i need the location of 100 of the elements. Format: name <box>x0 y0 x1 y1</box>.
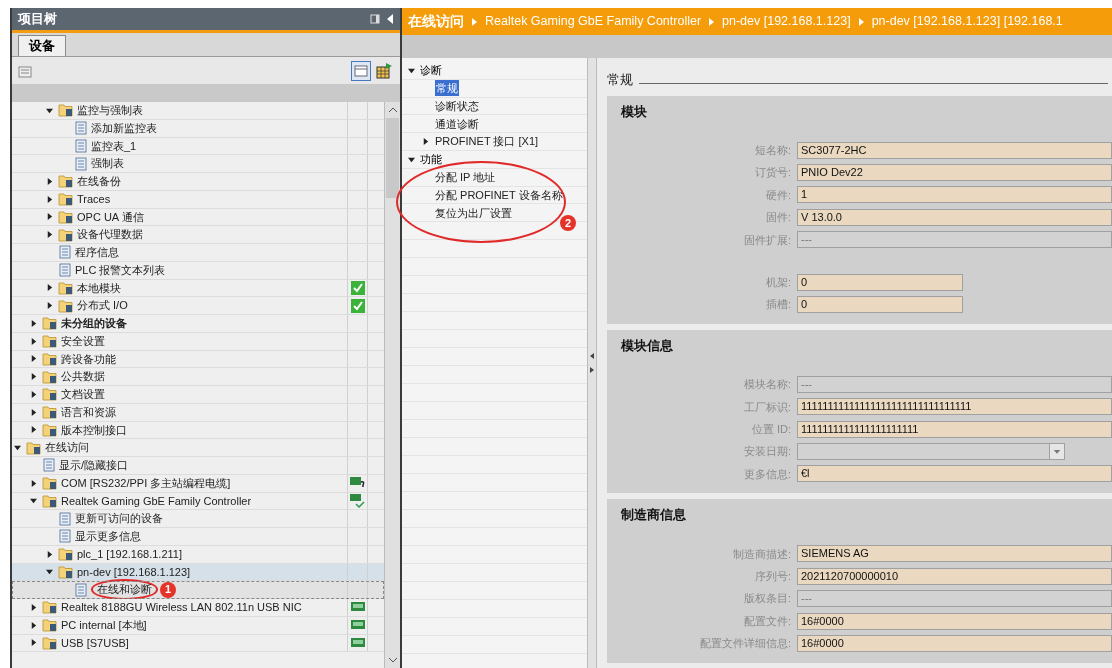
tree-item-label: Traces <box>77 191 111 207</box>
folder-icon <box>58 209 74 224</box>
panel-heading: 制造商信息 <box>620 506 687 525</box>
tree-row[interactable]: 在线和诊断 1 <box>12 581 384 599</box>
folder-icon <box>42 635 58 650</box>
nav-group[interactable]: 功能 <box>402 151 587 169</box>
splitter-right-icon[interactable] <box>590 367 594 373</box>
field-label: 更多信息: <box>742 466 792 482</box>
folder-icon <box>58 298 74 313</box>
collapsed-caret-icon[interactable] <box>30 621 37 629</box>
collapsed-caret-icon[interactable] <box>30 479 37 487</box>
collapsed-caret-icon[interactable] <box>30 337 37 345</box>
expanded-caret-icon[interactable] <box>46 106 53 114</box>
document-icon <box>58 263 72 278</box>
check-status-icon <box>350 298 365 313</box>
nav-item[interactable]: 常规 <box>402 79 587 98</box>
tree-row[interactable]: 显示/隐藏接口 <box>12 457 384 475</box>
tree-row[interactable]: 在线备份 <box>12 173 384 191</box>
nav-item-label: 分配 PROFINET 设备名称 <box>435 187 563 203</box>
field-label: 固件扩展: <box>742 232 792 248</box>
tree-row[interactable]: 更新可访问的设备 <box>12 510 384 528</box>
nav-group[interactable]: 诊断 <box>402 62 587 80</box>
collapsed-caret-icon[interactable] <box>30 319 37 327</box>
collapsed-caret-icon[interactable] <box>46 302 53 310</box>
scroll-thumb[interactable] <box>386 118 399 198</box>
collapsed-caret-icon[interactable] <box>46 550 53 558</box>
tree-item-label: PLC 报警文本列表 <box>75 262 166 278</box>
tree-row[interactable]: 在线访问 <box>12 439 384 457</box>
tree-item-label: plc_1 [192.168.1.211] <box>77 546 182 562</box>
tree-row[interactable]: 显示更多信息 <box>12 528 384 546</box>
value-field[interactable]: V 13.0.0 <box>797 208 1112 226</box>
collapsed-caret-icon[interactable] <box>30 390 37 398</box>
tree-row[interactable]: 未分组的设备 <box>12 315 384 333</box>
collapsed-caret-icon[interactable] <box>422 138 429 146</box>
value-field[interactable]: €l <box>797 465 1112 483</box>
collapsed-caret-icon[interactable] <box>46 177 53 185</box>
collapsed-caret-icon[interactable] <box>46 213 53 221</box>
value-field[interactable]: SIEMENS AG <box>797 545 1112 563</box>
table-export-icon[interactable] <box>374 60 394 81</box>
value-field[interactable]: 1111111111111111111111 <box>797 420 1112 438</box>
expanded-caret-icon[interactable] <box>30 497 37 505</box>
document-icon <box>74 138 88 153</box>
expanded-caret-icon[interactable] <box>408 155 415 163</box>
value-field[interactable]: 2021120700000010 <box>797 567 1112 585</box>
folder-icon <box>58 564 74 579</box>
tree-row[interactable]: 公共数据 <box>12 368 384 386</box>
nav-item[interactable]: 诊断状态 <box>402 97 587 116</box>
value-field[interactable]: 0 <box>797 273 963 291</box>
value-field[interactable]: 16#0000 <box>797 612 1112 630</box>
nav-item[interactable]: 分配 IP 地址 <box>402 168 587 187</box>
tree-item-label: 分布式 I/O <box>77 298 128 314</box>
collapsed-caret-icon[interactable] <box>30 426 37 434</box>
splitter-left-icon[interactable] <box>590 353 594 359</box>
tree-row[interactable]: 监控与强制表 <box>12 102 384 120</box>
section-heading: 常规 <box>607 71 633 89</box>
tree-row[interactable]: 设备代理数据 <box>12 226 384 244</box>
value-field[interactable]: 11111111111111111111111111111111 <box>797 398 1112 416</box>
tree-item-label: 跨设备功能 <box>61 351 116 367</box>
expanded-caret-icon[interactable] <box>14 444 21 452</box>
folder-icon <box>58 103 74 118</box>
pin-icon[interactable] <box>370 14 380 24</box>
folder-icon <box>42 476 58 491</box>
value-field[interactable]: 16#0000 <box>797 634 1112 652</box>
tree-row[interactable]: Realtek 8188GU Wireless LAN 802.11n USB NIC <box>12 599 384 617</box>
collapsed-caret-icon[interactable] <box>46 284 53 292</box>
tree-row[interactable]: 程序信息 <box>12 244 384 262</box>
value-field[interactable]: PNIO Dev22 <box>797 164 1112 182</box>
table-view-icon[interactable] <box>351 60 371 81</box>
scroll-down-icon[interactable] <box>387 657 398 663</box>
tab[interactable]: 设备 <box>18 35 66 56</box>
nav-item[interactable]: 分配 PROFINET 设备名称 <box>402 186 587 205</box>
document-icon <box>74 121 88 136</box>
collapsed-caret-icon[interactable] <box>30 603 37 611</box>
tree-row[interactable]: 分布式 I/O <box>12 297 384 315</box>
value-field[interactable]: 1 <box>797 186 1112 204</box>
field-label: 位置 ID: <box>750 421 792 437</box>
value-field[interactable]: SC3077-2HC <box>797 141 1112 159</box>
expanded-caret-icon[interactable] <box>408 66 415 74</box>
collapsed-caret-icon[interactable] <box>46 195 53 203</box>
collapsed-caret-icon[interactable] <box>30 373 37 381</box>
tree-item-label: USB [S7USB] <box>61 635 129 651</box>
collapsed-caret-icon[interactable] <box>30 355 37 363</box>
nav-item[interactable]: PROFINET 接口 [X1] <box>402 133 587 151</box>
collapsed-caret-icon[interactable] <box>30 408 37 416</box>
value-field[interactable]: 0 <box>797 296 963 314</box>
document-icon <box>58 511 72 526</box>
tree-row[interactable]: 强制表 <box>12 155 384 173</box>
nav-item[interactable]: 通道诊断 <box>402 115 587 134</box>
collapsed-caret-icon[interactable] <box>30 639 37 647</box>
folder-icon <box>42 334 58 349</box>
collapsed-caret-icon[interactable] <box>46 231 53 239</box>
scrollbar[interactable] <box>384 102 400 668</box>
tree-row[interactable]: 文档设置 <box>12 386 384 404</box>
expanded-caret-icon[interactable] <box>46 568 53 576</box>
folder-icon <box>42 351 58 366</box>
collapse-arrow-icon[interactable] <box>386 14 394 24</box>
scroll-up-icon[interactable] <box>387 107 398 113</box>
tree-item-label: 安全设置 <box>61 333 105 349</box>
field-label: 制造商描述: <box>731 546 792 562</box>
nav-item-label: 通道诊断 <box>435 116 479 132</box>
